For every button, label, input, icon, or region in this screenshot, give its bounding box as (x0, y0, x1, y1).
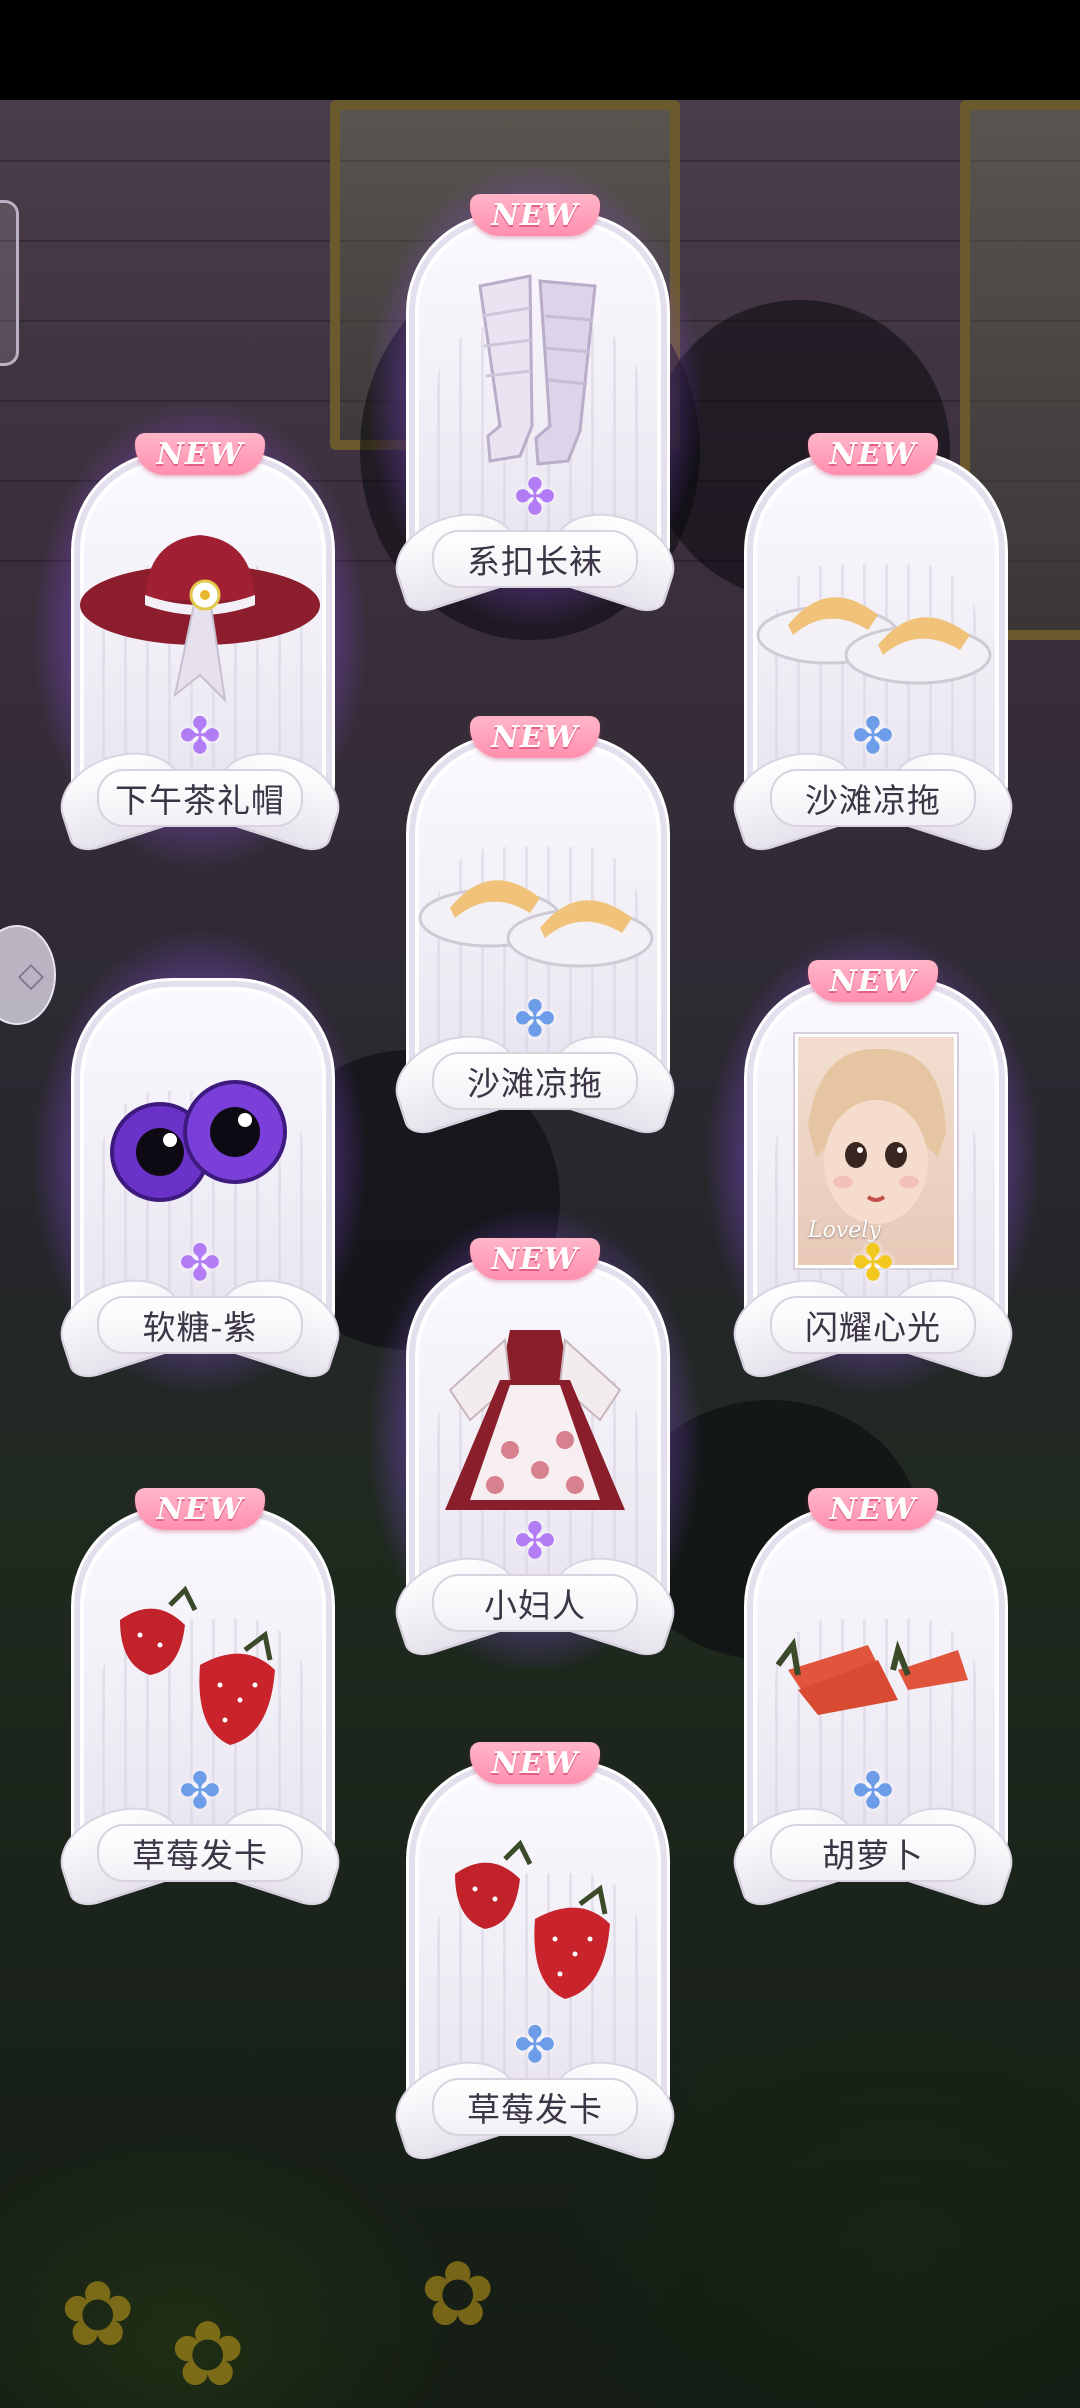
four-petal-flower-icon: ✤ (179, 707, 221, 765)
strawberry-image (455, 1839, 610, 1999)
new-badge: NEW (470, 1742, 600, 1784)
new-badge: NEW (470, 716, 600, 758)
reward-card-eyes[interactable]: ✤ 软糖-紫 (35, 932, 365, 1392)
new-badge: NEW (470, 1238, 600, 1280)
item-name: 草莓发卡 (97, 1824, 303, 1882)
reward-card-slippers[interactable]: NEW ✤ 沙滩凉拖 (722, 433, 1024, 857)
four-petal-flower-icon: ✤ (852, 707, 894, 765)
reward-card-dress[interactable]: NEW ✤ 小妇人 (370, 1210, 700, 1670)
reward-card-strawberry[interactable]: NEW ✤ 草莓发卡 (49, 1488, 351, 1912)
dress-image (445, 1330, 625, 1510)
reward-card-strawberry[interactable]: NEW ✤ 草莓发卡 (384, 1742, 686, 2166)
side-panel-tab[interactable] (0, 200, 19, 366)
item-name: 胡萝卜 (770, 1824, 976, 1882)
strawberry-image (120, 1585, 275, 1745)
item-name: 下午茶礼帽 (97, 769, 303, 827)
item-name: 草莓发卡 (432, 2078, 638, 2136)
item-name: 系扣长袜 (432, 530, 638, 588)
item-name: 闪耀心光 (770, 1296, 976, 1354)
item-name: 沙滩凉拖 (432, 1052, 638, 1110)
four-petal-flower-icon: ✤ (514, 990, 556, 1048)
eyes-image (110, 1080, 287, 1202)
reward-card-slippers[interactable]: NEW ✤ 沙滩凉拖 (384, 716, 686, 1140)
item-name: 软糖-紫 (97, 1296, 303, 1354)
new-badge: NEW (808, 960, 938, 1002)
four-petal-flower-icon: ✤ (852, 1234, 894, 1292)
carrot-image (775, 1637, 968, 1715)
flower-decoration: ✿ (420, 2242, 496, 2347)
four-petal-flower-icon: ✤ (179, 1762, 221, 1820)
new-badge: NEW (808, 433, 938, 475)
slippers-image (756, 597, 992, 685)
slippers-image (418, 880, 654, 968)
flower-decoration: ✿ (60, 2262, 136, 2367)
flower-decoration: ✿ (170, 2302, 246, 2407)
reward-card-makeup[interactable]: NEW Lovely ✤ 闪耀心光 (708, 932, 1038, 1392)
new-badge: NEW (808, 1488, 938, 1530)
item-name: 沙滩凉拖 (770, 769, 976, 827)
new-badge: NEW (135, 1488, 265, 1530)
four-petal-flower-icon: ✤ (514, 468, 556, 526)
new-badge: NEW (470, 194, 600, 236)
new-badge: NEW (135, 433, 265, 475)
portrait-image: Lovely (795, 1034, 957, 1268)
socks-image (478, 274, 597, 466)
four-petal-flower-icon: ✤ (179, 1234, 221, 1292)
hat-image (80, 535, 320, 703)
four-petal-flower-icon: ✤ (514, 1512, 556, 1570)
reward-card-carrot[interactable]: NEW ✤ 胡萝卜 (722, 1488, 1024, 1912)
four-petal-flower-icon: ✤ (514, 2016, 556, 2074)
reward-card-socks[interactable]: NEW ✤ 系扣长袜 (370, 166, 700, 626)
item-name: 小妇人 (432, 1574, 638, 1632)
four-petal-flower-icon: ✤ (852, 1762, 894, 1820)
reward-card-hat[interactable]: NEW ✤ 下午茶礼帽 (35, 405, 365, 865)
